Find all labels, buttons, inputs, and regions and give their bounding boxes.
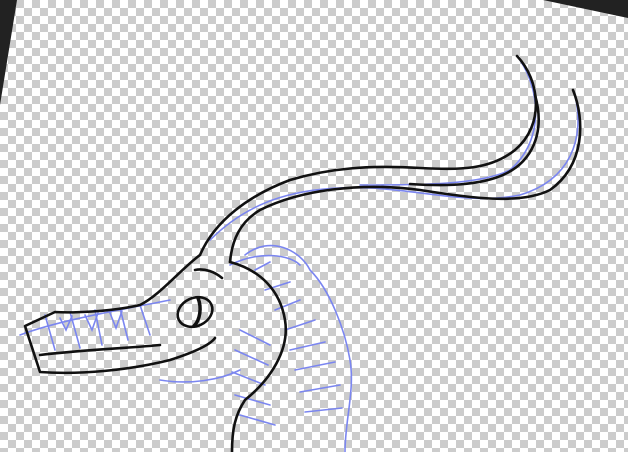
canvas-svg: [0, 0, 628, 452]
transparent-background: [0, 0, 628, 452]
drawing-canvas[interactable]: [0, 0, 628, 452]
